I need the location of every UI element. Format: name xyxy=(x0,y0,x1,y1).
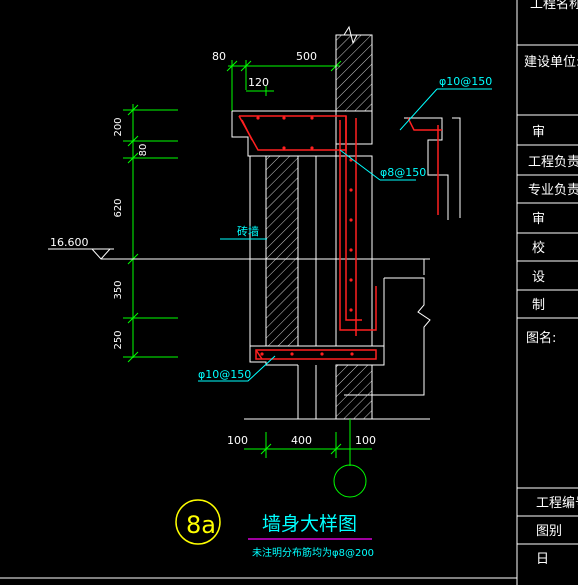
brick-wall-label: 砖墙 xyxy=(237,224,259,238)
dim-left-620: 620 xyxy=(113,198,124,217)
tb-row-check: 校 xyxy=(532,240,545,256)
main-column xyxy=(335,155,373,347)
tb-row-project-lead: 工程负责 xyxy=(528,155,578,170)
dim-bottom-100-left: 100 xyxy=(227,434,248,447)
top-dimension-chain xyxy=(226,60,342,112)
drawing-title: 墙身大样图 xyxy=(262,513,357,535)
tb-row-draw: 制 xyxy=(532,298,545,313)
dim-bottom-100-right: 100 xyxy=(355,434,376,447)
bottom-beam xyxy=(249,345,385,366)
rebar-label-bottom: φ10@150 xyxy=(198,368,251,381)
detail-number: 8a xyxy=(186,511,216,539)
rebar-column xyxy=(339,116,377,336)
tb-row-audit: 审 xyxy=(532,212,545,227)
dim-top-120: 120 xyxy=(248,76,269,89)
dim-left-200: 200 xyxy=(113,117,124,136)
brick-wall xyxy=(249,155,317,347)
rebar-label-top: φ10@150 xyxy=(439,75,492,88)
date-label: 日 xyxy=(536,552,549,567)
project-no-label: 工程编号 xyxy=(536,496,578,511)
drawing-type-label: 图别 xyxy=(536,524,562,539)
dim-top-500: 500 xyxy=(296,50,317,63)
left-dimension-chain xyxy=(123,104,178,363)
drawing-note: 未注明分布筋均为φ8@200 xyxy=(252,546,374,559)
lower-wall xyxy=(244,364,430,420)
cad-drawing-canvas: 工程名称 建设单位: 审 工程负责 专业负责 审 校 设 制 图名: 工程编号 … xyxy=(0,0,578,585)
upper-wall xyxy=(335,25,373,112)
tb-row-design: 设 xyxy=(532,270,545,285)
project-name-label: 工程名称 xyxy=(530,0,578,12)
rebar-label-mid: φ8@150 xyxy=(380,166,426,179)
drawing-name-label: 图名: xyxy=(526,330,556,346)
dim-bottom-400: 400 xyxy=(291,434,312,447)
rebar-bottom-beam xyxy=(255,349,377,360)
tb-row-review: 审 xyxy=(532,125,545,140)
dim-left-250: 250 xyxy=(113,330,124,349)
rebar-top-beam xyxy=(238,115,347,151)
dim-left-80: 80 xyxy=(138,144,149,157)
axis-line xyxy=(333,419,367,498)
construction-unit-label: 建设单位: xyxy=(524,55,578,70)
dim-left-350: 350 xyxy=(113,280,124,299)
axis-circle xyxy=(333,464,367,498)
elevation-marker xyxy=(48,248,430,260)
tb-row-discipline-lead: 专业负责 xyxy=(528,183,578,198)
dim-top-80: 80 xyxy=(212,50,226,63)
elevation-value: 16.600 xyxy=(50,236,89,249)
